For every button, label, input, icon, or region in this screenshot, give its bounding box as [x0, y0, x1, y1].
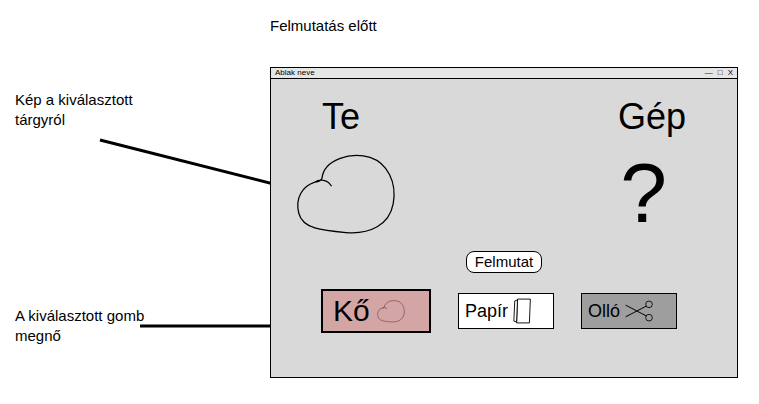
- choice-button[interactable]: Olló: [581, 293, 677, 329]
- choice-display: ?: [271, 143, 737, 243]
- page-heading: Felmutatás előtt: [270, 15, 377, 38]
- window-title: Ablak neve: [275, 69, 315, 77]
- window-control[interactable]: □: [718, 69, 723, 77]
- window-control[interactable]: —: [705, 69, 713, 77]
- title-bar: Ablak neve — □ X: [271, 68, 737, 79]
- selected-item-image: [293, 148, 399, 238]
- page: Felmutatás előtt Kép a kiválasztott tárgy…: [0, 0, 759, 404]
- annotation-label: Kép a kiválasztott tárgyról: [15, 90, 145, 130]
- computer-label: Gép: [618, 95, 686, 139]
- choice-buttons: Kő Papír Olló: [271, 289, 737, 333]
- choice-label: Olló: [588, 300, 620, 322]
- window-controls: — □ X: [705, 69, 733, 77]
- annotation-label: A kiválasztott gomb megnő: [15, 306, 145, 346]
- choice-button[interactable]: Kő: [321, 289, 431, 333]
- player-labels: Te Gép: [271, 95, 737, 139]
- player-label: Te: [322, 95, 360, 139]
- computer-choice: ?: [620, 148, 667, 238]
- show-row: Felmutat: [271, 251, 737, 273]
- paper-icon: [512, 297, 534, 325]
- rock-icon: [376, 299, 406, 323]
- app-window: Ablak neve — □ X Te Gép? Felmutat Kő Papír Olló: [270, 67, 738, 378]
- scissors-icon: [624, 298, 654, 324]
- choice-label: Papír: [465, 300, 508, 322]
- choice-label: Kő: [333, 293, 370, 329]
- choice-button[interactable]: Papír: [458, 293, 554, 329]
- rock-icon: [293, 148, 399, 238]
- window-control[interactable]: X: [728, 69, 733, 77]
- show-button[interactable]: Felmutat: [466, 251, 542, 273]
